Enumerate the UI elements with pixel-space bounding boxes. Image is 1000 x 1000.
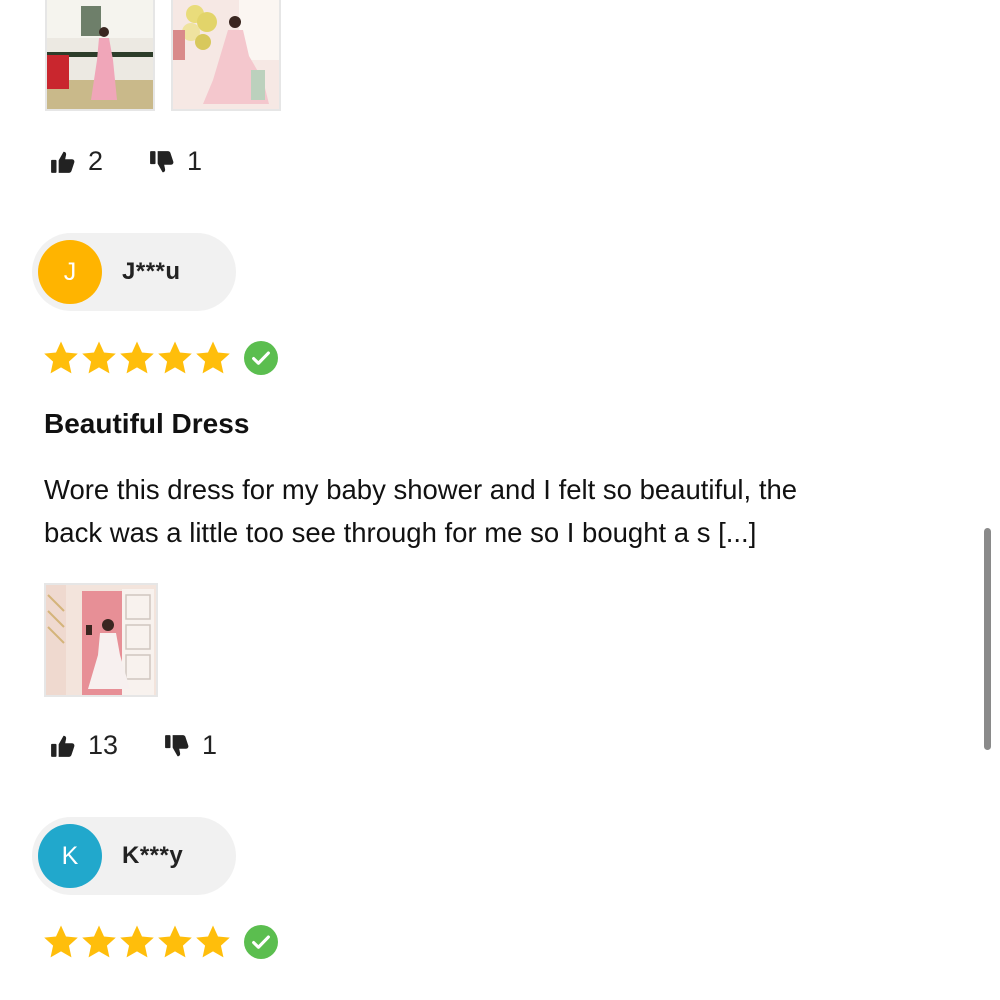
avatar: K xyxy=(38,824,102,888)
unhelpful-count: 1 xyxy=(202,730,218,760)
review-photo-thumbnail[interactable] xyxy=(171,0,281,111)
review-photo-row xyxy=(44,583,158,697)
star-icon xyxy=(80,339,118,377)
helpful-button[interactable]: 2 xyxy=(50,146,103,177)
review-photo-row xyxy=(45,0,281,111)
review-photo-thumbnail[interactable] xyxy=(45,0,155,111)
reviewer-chip: J J***u xyxy=(32,233,236,311)
star-icon xyxy=(194,923,232,961)
vote-row: 13 1 xyxy=(50,730,217,761)
helpful-button[interactable]: 13 xyxy=(50,730,118,761)
pink-feather-gown-balloons-photo-icon xyxy=(173,0,279,109)
star-icon xyxy=(156,923,194,961)
avatar: J xyxy=(38,240,102,304)
star-icon xyxy=(118,339,156,377)
vote-row: 2 1 xyxy=(50,146,202,177)
thumbs-down-icon xyxy=(164,733,190,759)
star-rating xyxy=(42,339,278,377)
reviews-feed: 2 1 J J***u Beautiful Dress Wore this dr… xyxy=(0,0,1000,1000)
helpful-count: 2 xyxy=(88,146,104,176)
star-icon xyxy=(156,339,194,377)
helpful-count: 13 xyxy=(88,730,119,760)
verified-check-icon xyxy=(244,925,278,959)
star-icon xyxy=(42,923,80,961)
review-body-line: back was a little too see through for me… xyxy=(44,517,757,548)
star-icon xyxy=(42,339,80,377)
review-title: Beautiful Dress xyxy=(44,408,250,439)
unhelpful-button[interactable]: 1 xyxy=(149,146,202,177)
unhelpful-count: 1 xyxy=(187,146,203,176)
pink-feather-gown-photo-icon xyxy=(47,0,153,109)
star-icon xyxy=(194,339,232,377)
reviewer-name: K***y xyxy=(122,842,184,869)
unhelpful-button[interactable]: 1 xyxy=(164,730,217,761)
reviewer-name: J***u xyxy=(122,258,181,285)
reviewer-chip: K K***y xyxy=(32,817,236,895)
thumbs-up-icon xyxy=(50,149,76,175)
thumbs-up-icon xyxy=(50,733,76,759)
star-icon xyxy=(80,923,118,961)
white-feather-gown-doorway-photo-icon xyxy=(46,585,156,695)
star-rating xyxy=(42,923,278,961)
scrollbar-thumb[interactable] xyxy=(984,528,991,750)
review-body[interactable]: Wore this dress for my baby shower and I… xyxy=(44,468,954,554)
review-body-line: Wore this dress for my baby shower and I… xyxy=(44,474,798,505)
thumbs-down-icon xyxy=(149,149,175,175)
verified-check-icon xyxy=(244,341,278,375)
review-photo-thumbnail[interactable] xyxy=(44,583,158,697)
star-icon xyxy=(118,923,156,961)
